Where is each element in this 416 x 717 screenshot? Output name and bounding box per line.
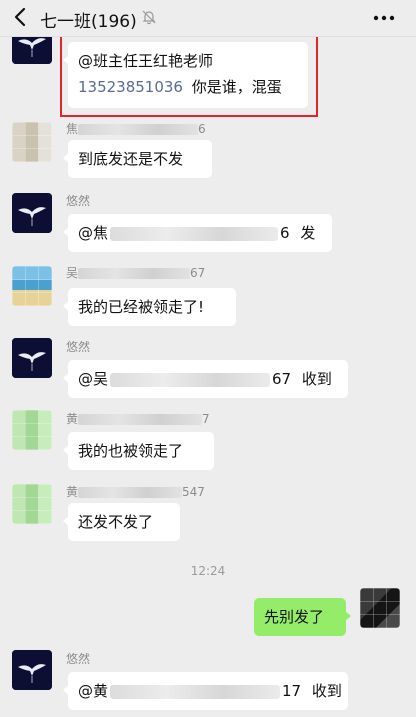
message-bubble[interactable]: 到底发还是不发 — [63, 140, 212, 178]
message-bubble[interactable]: 我的也被领走了 — [63, 432, 214, 470]
avatar[interactable] — [12, 650, 52, 690]
highlight-box — [60, 35, 318, 117]
more-dots-icon[interactable] — [372, 8, 396, 28]
sender-name: 黄7 — [66, 412, 210, 426]
avatar[interactable] — [12, 266, 52, 306]
message-bubble[interactable]: 还发不发了 — [63, 503, 180, 541]
sender-name: 悠然 — [66, 652, 91, 666]
crane-avatar-icon — [12, 650, 52, 690]
message-text: 先别发了 — [264, 608, 325, 626]
avatar[interactable] — [12, 484, 52, 524]
message-bubble[interactable]: 我的已经被领走了! — [63, 288, 236, 326]
message-text: 到底发还是不发 — [78, 150, 184, 168]
sender-name: 黄 547 — [66, 485, 205, 499]
sender-name: 焦6 — [66, 122, 206, 136]
message-bubble[interactable]: @黄 17 收到 — [63, 672, 348, 710]
message-text: 还发不发了 — [78, 513, 154, 531]
avatar-self[interactable] — [360, 588, 400, 628]
avatar[interactable] — [12, 338, 52, 378]
chevron-left-icon[interactable] — [8, 2, 34, 32]
message-bubble[interactable]: @焦 6 发 — [63, 214, 332, 252]
crane-avatar-icon — [12, 193, 52, 233]
chat-title: 七一班(196) — [40, 12, 137, 32]
avatar[interactable] — [12, 122, 52, 162]
crane-avatar-icon — [12, 338, 52, 378]
message-bubble[interactable]: @吴 67 收到 — [63, 360, 348, 398]
sender-name: 吴 67 — [66, 266, 206, 280]
chat-header: 七一班(196) — [0, 0, 416, 37]
message-text: 我的已经被领走了! — [78, 298, 205, 316]
message-text: 我的也被领走了 — [78, 442, 184, 460]
bell-off-icon — [142, 10, 156, 25]
avatar[interactable] — [12, 193, 52, 233]
sender-name: 悠然 — [66, 194, 91, 208]
timestamp: 12:24 — [190, 564, 226, 578]
sender-name: 悠然 — [66, 340, 91, 354]
avatar[interactable] — [12, 410, 52, 450]
message-bubble-self[interactable]: 先别发了 — [254, 598, 351, 636]
